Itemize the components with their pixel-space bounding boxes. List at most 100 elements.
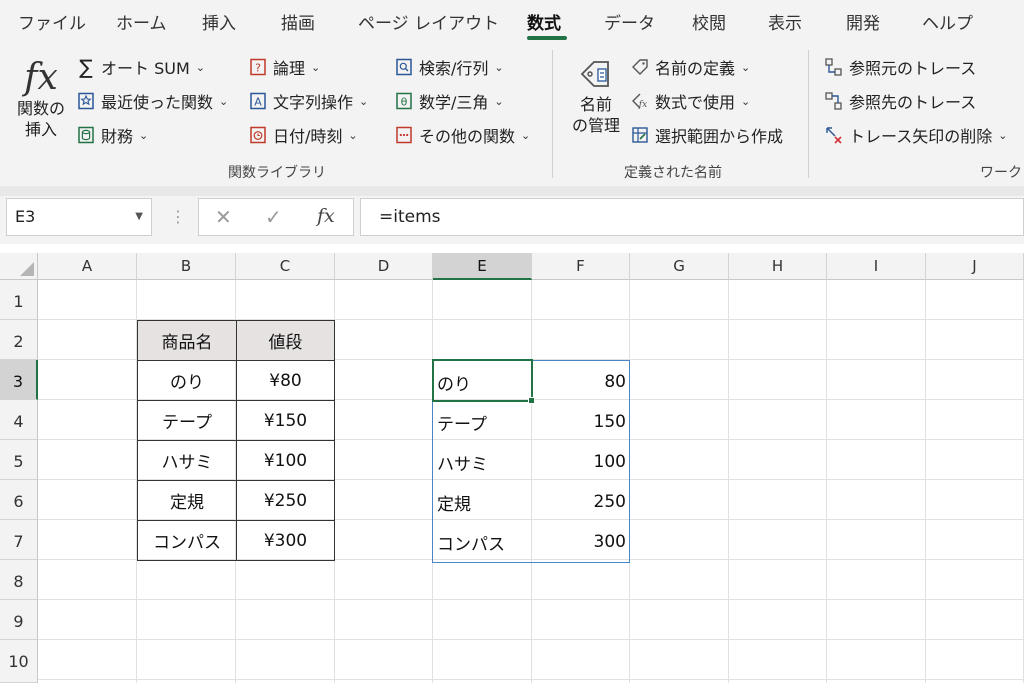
column-header-e[interactable]: E — [433, 253, 532, 280]
tag-icon — [630, 57, 650, 77]
spill-cell-price[interactable]: 250 — [532, 482, 630, 522]
spill-cell-item[interactable]: ハサミ — [433, 442, 531, 482]
column-header-c[interactable]: C — [236, 253, 335, 280]
row-header-3[interactable]: 3 — [0, 360, 38, 400]
database-icon — [76, 125, 96, 145]
spill-cell-item[interactable]: のり — [433, 362, 531, 402]
table-cell-price[interactable]: ¥150 — [236, 400, 335, 441]
cancel-icon[interactable]: ✕ — [215, 205, 232, 229]
create-from-selection-button[interactable]: 選択範囲から作成 — [630, 122, 783, 148]
financial-label: 財務 — [101, 127, 134, 146]
svg-text:fx: fx — [638, 100, 647, 110]
name-manager-button[interactable]: 名前 の管理 — [566, 54, 626, 136]
math-label: 数学/三角 — [419, 93, 489, 112]
tab-insert[interactable]: 挿入 — [202, 9, 236, 34]
clock-book-icon — [248, 125, 268, 145]
table-header-cell[interactable]: 商品名 — [137, 320, 237, 361]
tab-view[interactable]: 表示 — [768, 9, 802, 34]
table-cell-price[interactable]: ¥100 — [236, 440, 335, 481]
question-book-icon: ? — [248, 57, 268, 77]
table-cell-item[interactable]: 定規 — [137, 480, 237, 521]
chevron-down-icon: ⌄ — [311, 60, 321, 74]
select-all-triangle-icon — [20, 262, 34, 276]
name-manager-label-2: の管理 — [571, 116, 620, 135]
enter-check-icon[interactable]: ✓ — [265, 205, 282, 229]
row-header-2[interactable]: 2 — [0, 320, 38, 360]
spill-cell-price[interactable]: 150 — [532, 402, 630, 442]
chevron-down-icon[interactable]: ▼ — [135, 199, 143, 235]
column-header-a[interactable]: A — [38, 253, 137, 280]
tab-formulas[interactable]: 数式 — [527, 9, 561, 34]
datetime-button[interactable]: 日付/時刻 ⌄ — [248, 122, 358, 148]
spill-cell-item[interactable]: 定規 — [433, 482, 531, 522]
table-cell-item[interactable]: テープ — [137, 400, 237, 441]
column-header-f[interactable]: F — [532, 253, 630, 280]
logical-button[interactable]: ? 論理 ⌄ — [248, 54, 320, 80]
math-button[interactable]: θ 数学/三角 ⌄ — [394, 88, 504, 114]
more-functions-label: その他の関数 — [419, 127, 516, 146]
spill-cell-price[interactable]: 100 — [532, 442, 630, 482]
trace-dependents-icon — [824, 91, 844, 111]
chevron-down-icon: ⌄ — [348, 128, 358, 142]
spill-cell-item[interactable]: コンパス — [433, 522, 531, 562]
spill-cell-item[interactable]: テープ — [433, 402, 531, 442]
lookup-button[interactable]: 検索/行列 ⌄ — [394, 54, 504, 80]
column-header-j[interactable]: J — [926, 253, 1024, 280]
table-cell-item[interactable]: ハサミ — [137, 440, 237, 481]
tab-help[interactable]: ヘルプ — [922, 9, 973, 34]
tab-developer[interactable]: 開発 — [846, 9, 880, 34]
table-cell-price[interactable]: ¥250 — [236, 480, 335, 521]
trace-dependents-label: 参照先のトレース — [849, 93, 977, 112]
spill-cell-price[interactable]: 80 — [532, 362, 630, 402]
tab-review[interactable]: 校閲 — [692, 9, 726, 34]
vertical-ellipsis-icon[interactable]: ⋮ — [170, 207, 186, 226]
row-header-1[interactable]: 1 — [0, 280, 38, 320]
insert-function-button[interactable]: fx 関数の 挿入 — [10, 58, 72, 140]
name-box[interactable]: E3 ▼ — [6, 198, 152, 236]
chevron-down-icon: ⌄ — [195, 60, 205, 74]
gridline — [38, 599, 1024, 600]
row-header-10[interactable]: 10 — [0, 640, 38, 683]
spill-cell-price[interactable]: 300 — [532, 522, 630, 562]
row-header-7[interactable]: 7 — [0, 520, 38, 560]
column-header-g[interactable]: G — [630, 253, 729, 280]
remove-arrows-button[interactable]: トレース矢印の削除 ⌄ — [824, 122, 1007, 148]
more-functions-button[interactable]: その他の関数 ⌄ — [394, 122, 530, 148]
tab-data[interactable]: データ — [604, 9, 655, 34]
trace-precedents-button[interactable]: 参照元のトレース — [824, 54, 976, 80]
tab-page-layout[interactable]: ページ レイアウト — [358, 9, 499, 34]
column-header-d[interactable]: D — [335, 253, 433, 280]
row-header-5[interactable]: 5 — [0, 440, 38, 480]
autosum-button[interactable]: ∑ オート SUM ⌄ — [76, 54, 205, 80]
financial-button[interactable]: 財務 ⌄ — [76, 122, 148, 148]
gridline — [728, 280, 729, 683]
define-name-button[interactable]: 名前の定義 ⌄ — [630, 54, 750, 80]
row-header-6[interactable]: 6 — [0, 480, 38, 520]
magnifier-book-icon — [394, 57, 414, 77]
trace-precedents-label: 参照元のトレース — [849, 59, 977, 78]
insert-function-fx-icon[interactable]: fx — [317, 205, 335, 227]
fill-handle[interactable] — [528, 397, 535, 404]
remove-arrows-icon — [824, 125, 844, 145]
recently-used-button[interactable]: 最近使った関数 ⌄ — [76, 88, 228, 114]
row-header-8[interactable]: 8 — [0, 560, 38, 600]
table-cell-item[interactable]: のり — [137, 360, 237, 401]
tab-draw[interactable]: 描画 — [281, 9, 315, 34]
column-header-i[interactable]: I — [827, 253, 926, 280]
column-header-h[interactable]: H — [729, 253, 827, 280]
table-cell-item[interactable]: コンパス — [137, 520, 237, 561]
text-button[interactable]: A 文字列操作 ⌄ — [248, 88, 368, 114]
table-header-cell[interactable]: 値段 — [236, 320, 335, 361]
trace-dependents-button[interactable]: 参照先のトレース — [824, 88, 976, 114]
tab-home[interactable]: ホーム — [116, 9, 167, 34]
column-header-b[interactable]: B — [137, 253, 236, 280]
row-header-4[interactable]: 4 — [0, 400, 38, 440]
sigma-icon: ∑ — [79, 55, 93, 79]
table-cell-price[interactable]: ¥300 — [236, 520, 335, 561]
formula-input[interactable]: =items — [360, 198, 1024, 236]
row-header-9[interactable]: 9 — [0, 600, 38, 640]
select-all-button[interactable] — [0, 253, 38, 280]
table-cell-price[interactable]: ¥80 — [236, 360, 335, 401]
tab-file[interactable]: ファイル — [18, 9, 86, 34]
use-in-formula-button[interactable]: fx 数式で使用 ⌄ — [630, 88, 750, 114]
